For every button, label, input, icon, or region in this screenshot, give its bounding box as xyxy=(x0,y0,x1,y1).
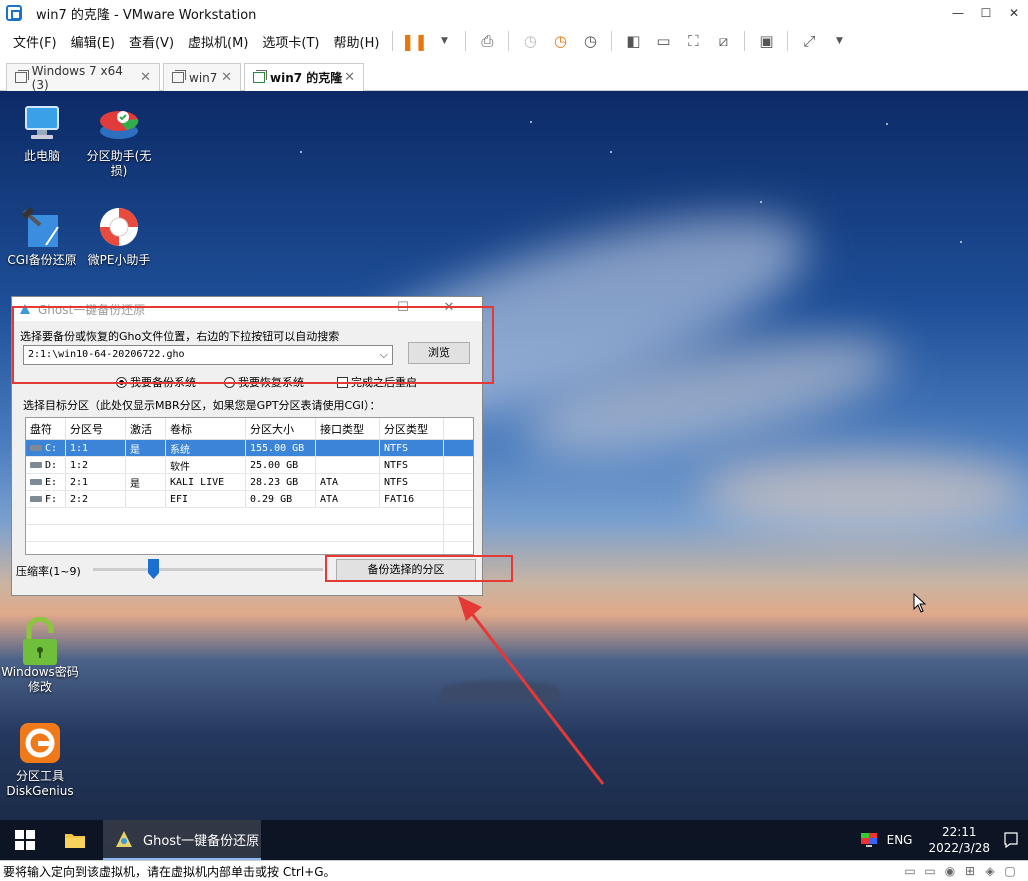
send-ctrl-alt-del-icon[interactable]: ⎙ xyxy=(475,29,499,53)
console-view-icon[interactable]: ▣ xyxy=(754,29,778,53)
vm-running-icon xyxy=(253,70,267,83)
tab-label: win7 xyxy=(189,70,218,85)
close-icon[interactable]: ✕ xyxy=(1000,0,1028,26)
clock-date: 2022/3/28 xyxy=(928,841,990,855)
window-title: win7 的克隆 - VMware Workstation xyxy=(36,7,257,23)
clock-time: 22:11 xyxy=(941,825,977,839)
ghost-app-icon xyxy=(116,831,132,847)
close-icon[interactable]: ✕ xyxy=(344,70,355,85)
tab-label: win7 的克隆 xyxy=(270,71,343,85)
menu-vm[interactable]: 虚拟机(M) xyxy=(181,32,255,51)
toolbar-separator xyxy=(508,31,510,51)
vm-icon xyxy=(15,70,29,83)
tab-win7[interactable]: win7 ✕ xyxy=(163,63,241,91)
toolbar-separator xyxy=(611,31,613,51)
taskbar-app-label: Ghost一键备份还原 xyxy=(143,833,260,849)
guest-desktop[interactable]: 此电脑 分区助手(无损) CGI备份还原 微PE小助手 Windows密码修改 … xyxy=(0,91,1028,860)
unity-icon[interactable]: ⧄ xyxy=(711,29,735,53)
notification-icon[interactable] xyxy=(1004,832,1018,848)
tab-win7-clone[interactable]: win7 的克隆 ✕ xyxy=(244,63,364,91)
revert-snapshot-icon[interactable]: ◷ xyxy=(548,29,572,53)
window-controls: — ☐ ✕ xyxy=(944,0,1028,26)
tab-windows7-x64-3[interactable]: Windows 7 x64 (3) ✕ xyxy=(6,63,160,92)
menu-bar: 文件(F) 编辑(E) 查看(V) 虚拟机(M) 选项卡(T) 帮助(H) ❚❚… xyxy=(0,26,1028,56)
chevron-down-icon[interactable]: ▼ xyxy=(432,29,456,53)
vmware-status-bar: 要将输入定向到该虚拟机，请在虚拟机内部单击或按 Ctrl+G。 ▭ ▭ ◉ ⊞ … xyxy=(0,860,1028,881)
toolbar-separator xyxy=(465,31,467,51)
thumbnail-bar-icon[interactable]: ▭ xyxy=(651,29,675,53)
file-explorer-button[interactable] xyxy=(50,820,100,860)
folder-icon xyxy=(65,834,85,848)
system-tray: ENG 22:11 2022/3/28 xyxy=(860,820,1028,860)
toolbar-separator xyxy=(744,31,746,51)
guest-taskbar: Ghost一键备份还原 ENG 22:11 2022/3/28 xyxy=(0,820,1028,860)
full-screen-icon[interactable]: ⛶ xyxy=(681,29,705,53)
mouse-pointer-icon xyxy=(913,593,927,613)
snapshot-icon[interactable]: ◷ xyxy=(518,29,542,53)
tab-label: Windows 7 x64 (3) xyxy=(31,63,123,92)
chevron-down-icon[interactable]: ▼ xyxy=(827,29,851,53)
sound-icon[interactable]: ◈ xyxy=(980,864,1000,878)
menu-view[interactable]: 查看(V) xyxy=(122,32,181,51)
toolbar-separator xyxy=(392,31,394,51)
stretch-icon[interactable]: ⤢ xyxy=(797,29,821,53)
cd-drive-icon[interactable]: ◉ xyxy=(940,864,960,878)
minimize-icon[interactable]: — xyxy=(944,0,972,26)
start-button[interactable] xyxy=(0,820,50,860)
annotation-arrow xyxy=(458,596,605,785)
vmware-titlebar: win7 的克隆 - VMware Workstation — ☐ ✕ xyxy=(0,0,1028,26)
hard-disk-icon[interactable]: ▭ xyxy=(920,864,940,878)
snapshot-manager-icon[interactable]: ◷ xyxy=(578,29,602,53)
vmware-logo-icon xyxy=(6,5,22,21)
pause-icon[interactable]: ❚❚ xyxy=(401,29,428,53)
show-library-icon[interactable]: ◧ xyxy=(621,29,645,53)
hard-disk-icon[interactable]: ▭ xyxy=(900,864,920,878)
vm-icon xyxy=(172,70,186,83)
menu-edit[interactable]: 编辑(E) xyxy=(64,32,122,51)
display-icon[interactable] xyxy=(860,833,877,847)
vm-tab-bar: Windows 7 x64 (3) ✕ win7 ✕ win7 的克隆 ✕ xyxy=(0,61,1028,92)
message-icon[interactable]: ▢ xyxy=(1000,864,1020,878)
status-text: 要将输入定向到该虚拟机，请在虚拟机内部单击或按 Ctrl+G。 xyxy=(3,864,336,879)
menu-help[interactable]: 帮助(H) xyxy=(327,32,387,51)
taskbar-ghost-app[interactable]: Ghost一键备份还原 xyxy=(103,820,261,860)
toolbar-separator xyxy=(787,31,789,51)
network-icon[interactable]: ⊞ xyxy=(960,864,980,878)
clock[interactable]: 22:11 2022/3/28 xyxy=(928,824,990,856)
close-icon[interactable]: ✕ xyxy=(140,70,151,85)
menu-file[interactable]: 文件(F) xyxy=(6,32,64,51)
menu-tabs[interactable]: 选项卡(T) xyxy=(255,32,326,51)
input-language[interactable]: ENG xyxy=(887,833,913,847)
maximize-icon[interactable]: ☐ xyxy=(972,0,1000,26)
windows-logo-icon xyxy=(15,830,35,850)
close-icon[interactable]: ✕ xyxy=(221,70,232,85)
device-status-icons: ▭ ▭ ◉ ⊞ ◈ ▢ xyxy=(900,864,1020,878)
